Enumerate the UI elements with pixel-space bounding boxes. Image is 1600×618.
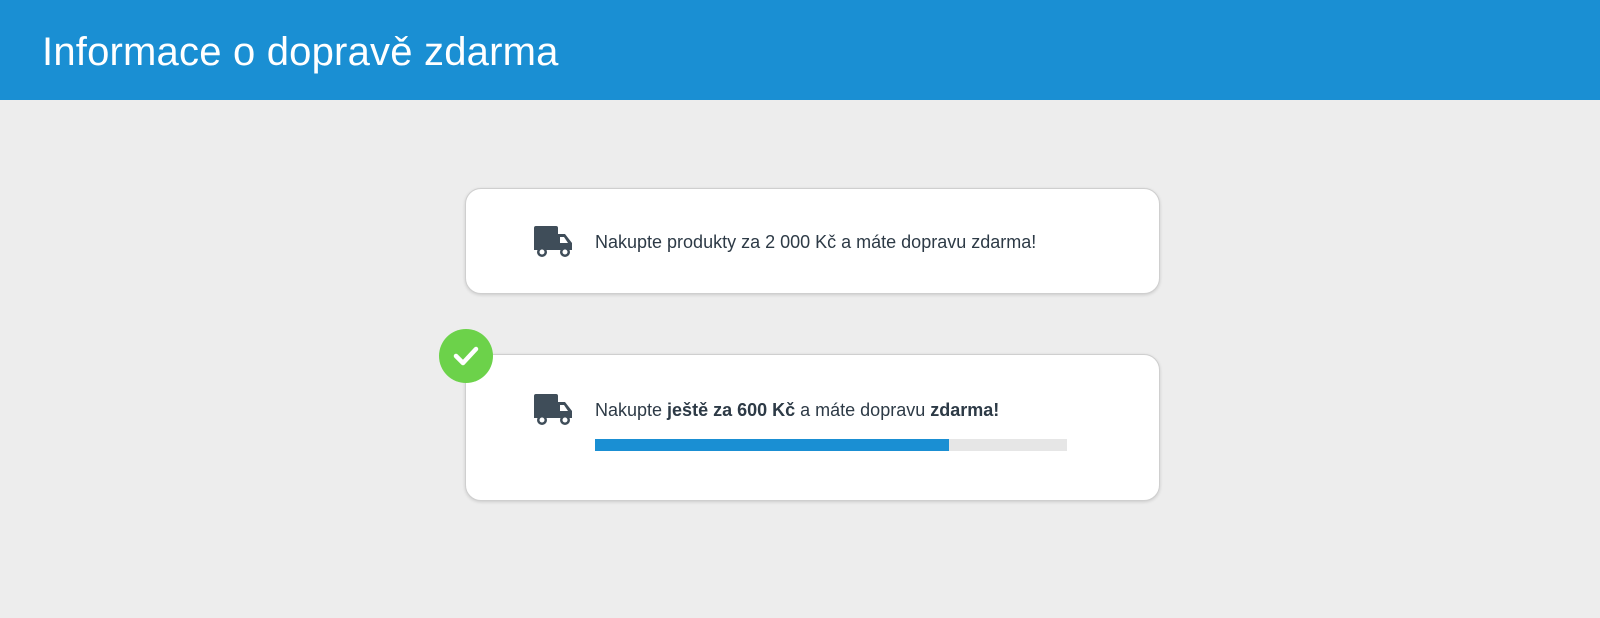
- free-shipping-progress-card: Nakupte ještě za 600 Kč a máte dopravu z…: [465, 354, 1160, 501]
- remaining-amount-message: Nakupte ještě za 600 Kč a máte dopravu z…: [595, 399, 999, 421]
- truck-icon: [534, 226, 572, 257]
- truck-icon: [534, 394, 572, 425]
- message-middle: a máte dopravu: [795, 400, 931, 420]
- page-header: Informace o dopravě zdarma: [0, 0, 1600, 100]
- remaining-amount: ještě za 600 Kč: [667, 400, 796, 420]
- message-prefix: Nakupte: [595, 400, 668, 420]
- shipping-progress-fill: [595, 439, 949, 451]
- page-title: Informace o dopravě zdarma: [42, 30, 559, 74]
- free-shipping-info-card: Nakupte produkty za 2 000 Kč a máte dopr…: [465, 188, 1160, 294]
- free-shipping-message: Nakupte produkty za 2 000 Kč a máte dopr…: [595, 232, 1037, 252]
- shipping-progress-bar: [595, 439, 1067, 451]
- free-label: zdarma!: [930, 400, 1000, 420]
- checkmark-icon: [453, 346, 479, 366]
- check-badge: [439, 329, 493, 383]
